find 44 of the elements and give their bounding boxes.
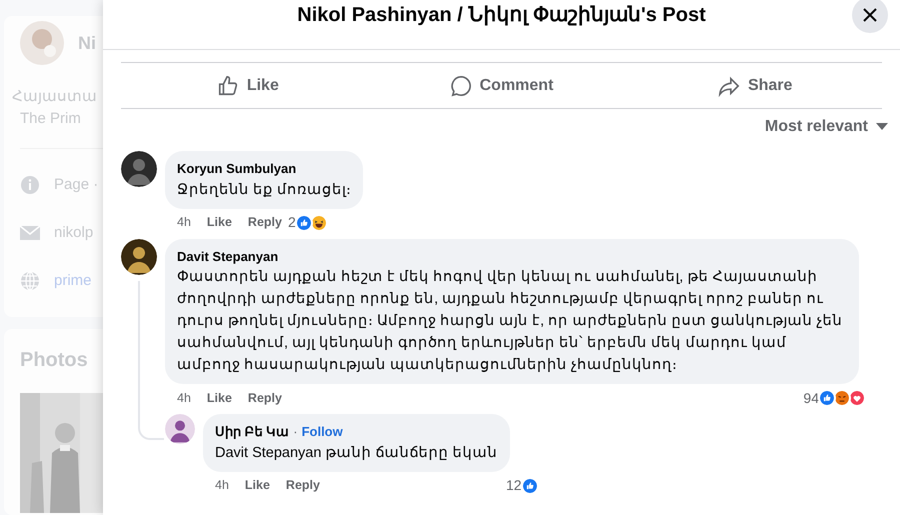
laughing-face-icon (310, 214, 328, 232)
thumbs-up-icon (216, 74, 239, 96)
like-reaction-icon (294, 214, 313, 232)
share-arrow-icon (718, 74, 740, 96)
comment-action-link[interactable]: Like (206, 213, 232, 232)
reaction-count: 2 (288, 213, 296, 232)
comment-time: 4h (177, 214, 191, 232)
post-action-button[interactable]: Like (121, 68, 375, 104)
comment-time: 4h (215, 477, 229, 494)
like-reaction-icon (520, 476, 539, 494)
post-action-button[interactable]: Comment (374, 68, 628, 104)
separator-dot: · (293, 423, 298, 441)
profile-photo (20, 21, 64, 65)
comment-author[interactable]: Koryun Sumbulyan (177, 159, 296, 178)
dialog-title: Nikol Pashinyan / Նիկոլ Փաշինյան's Post (297, 2, 706, 28)
follow-link[interactable]: Follow (302, 422, 343, 442)
comment-action-link[interactable]: Reply (248, 213, 282, 232)
reaction-count: 12 (506, 476, 522, 495)
envelope-icon (20, 225, 40, 241)
comment-text: Ջրեղենն եք մոռացել։ (177, 180, 352, 200)
heart-reaction-icon (848, 389, 866, 407)
info-icon (20, 175, 40, 195)
comment-action-link[interactable]: Reply (286, 476, 320, 495)
info-text: prime (54, 270, 92, 291)
like-reaction-icon (818, 389, 836, 407)
close-button[interactable] (852, 0, 888, 33)
comment-author[interactable]: Davit Stepanyan (177, 246, 278, 266)
reaction-count: 94 (803, 388, 819, 408)
angry-face-icon (833, 389, 851, 407)
comment-action-link[interactable]: Reply (248, 388, 282, 408)
globe-icon (20, 271, 40, 291)
comment-action-link[interactable]: Like (206, 388, 232, 408)
avatar[interactable] (121, 151, 157, 187)
comment-text: Փաստորեն այդքան հեշտ է մեկ հոգով վեր կենալ ու սահմանել, թե Հայաստանի ժողովրդի արժեքները որոնք են, այդքան հեշտությամբ վերագրել որոշ բաներ ու դուրս թողնել մյուսները։ Ամբողջ հարցն այն է, որ արժեքներն ըստ ցանկության չեն սահմանվում, այլ կենդանի գործող երևույթներ են՝ երբեմն մեկ մարդու կամ ամբողջ հասարակության պատկերացումներին չհամընկնող։ (177, 268, 844, 375)
avatar[interactable] (121, 238, 157, 274)
comment-author[interactable]: Սիր Բե Կա (215, 422, 290, 442)
comment-time: 4h (177, 390, 191, 407)
speech-bubble-icon (450, 74, 472, 96)
caret-icon (876, 123, 888, 131)
sort-dropdown[interactable]: Most relevant (764, 115, 888, 139)
comment-text: Davit Stepanyan թանի ճանճերը եկան (215, 444, 498, 462)
comment-action-link[interactable]: Like (244, 476, 270, 495)
post-action-button[interactable]: Share (628, 68, 882, 104)
close-icon (863, 8, 877, 22)
